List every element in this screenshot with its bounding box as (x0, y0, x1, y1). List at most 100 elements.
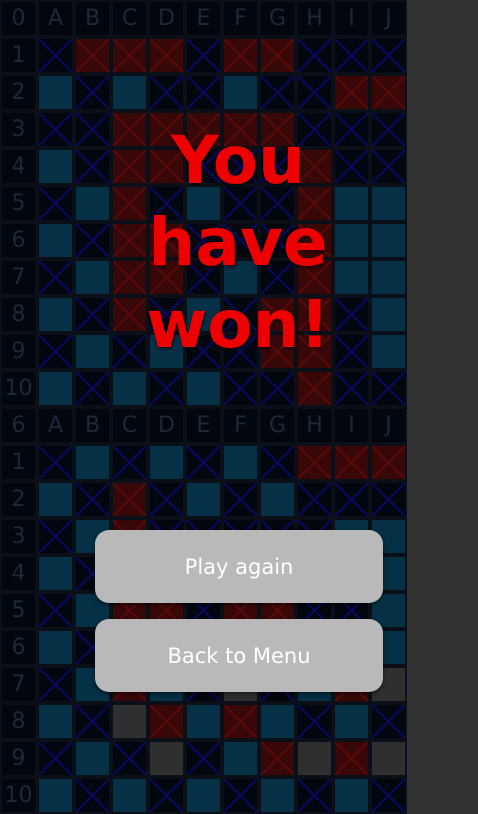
cross-mark-icon (39, 335, 72, 368)
grid-cell-water-missed[interactable] (74, 370, 111, 407)
grid-cell-ship[interactable] (111, 74, 148, 111)
grid-cell-water-missed[interactable] (37, 666, 74, 703)
cross-mark-icon (298, 372, 331, 405)
grid-cell-ship[interactable] (37, 703, 74, 740)
grid-cell-ship[interactable] (37, 296, 74, 333)
grid-cell-water-missed[interactable] (148, 481, 185, 518)
grid-cell-water-missed[interactable] (333, 370, 370, 407)
grid-cell-hit[interactable] (370, 444, 407, 481)
grid-cell-ship[interactable] (259, 481, 296, 518)
grid-cell-water-missed[interactable] (259, 370, 296, 407)
grid-cell-revealed-ship[interactable] (148, 740, 185, 777)
grid-cell-hit[interactable] (259, 37, 296, 74)
grid-cell-water-missed[interactable] (37, 444, 74, 481)
grid-cell-water-missed[interactable] (222, 370, 259, 407)
grid-cell-water-missed[interactable] (185, 74, 222, 111)
grid-cell-water-missed[interactable] (74, 777, 111, 814)
grid-cell-water-missed[interactable] (222, 481, 259, 518)
grid-cell-ship[interactable] (259, 777, 296, 814)
grid-cell-ship[interactable] (37, 370, 74, 407)
grid-cell-hit[interactable] (333, 74, 370, 111)
grid-cell-ship[interactable] (37, 629, 74, 666)
grid-cell-ship[interactable] (111, 777, 148, 814)
grid-cell-ship[interactable] (185, 370, 222, 407)
grid-cell-water-missed[interactable] (37, 185, 74, 222)
cross-mark-icon (187, 39, 220, 72)
back-to-menu-button[interactable]: Back to Menu (95, 619, 383, 692)
grid-cell-ship[interactable] (37, 74, 74, 111)
grid-cell-ship[interactable] (37, 481, 74, 518)
grid-cell-water-missed[interactable] (296, 703, 333, 740)
grid-cell-water-missed[interactable] (333, 37, 370, 74)
grid-cell-ship[interactable] (333, 777, 370, 814)
cross-mark-icon (39, 39, 72, 72)
grid-cell-water-missed[interactable] (148, 74, 185, 111)
grid-cell-hit[interactable] (148, 703, 185, 740)
grid-cell-ship[interactable] (111, 370, 148, 407)
grid-cell-water-missed[interactable] (296, 481, 333, 518)
grid-cell-water-missed[interactable] (185, 444, 222, 481)
grid-cell-water-missed[interactable] (370, 777, 407, 814)
column-label: A (37, 0, 74, 37)
cross-mark-icon (39, 113, 72, 146)
grid-cell-hit[interactable] (259, 740, 296, 777)
grid-cell-water-missed[interactable] (333, 481, 370, 518)
grid-cell-water-missed[interactable] (370, 370, 407, 407)
grid-cell-water-missed[interactable] (74, 703, 111, 740)
grid-cell-ship[interactable] (37, 777, 74, 814)
grid-cell-hit[interactable] (222, 703, 259, 740)
grid-cell-water-missed[interactable] (37, 111, 74, 148)
grid-cell-water-missed[interactable] (37, 333, 74, 370)
grid-cell-hit[interactable] (74, 37, 111, 74)
grid-cell-water-missed[interactable] (37, 740, 74, 777)
grid-cell-hit[interactable] (148, 37, 185, 74)
grid-cell-ship[interactable] (222, 444, 259, 481)
grid-cell-water-missed[interactable] (259, 444, 296, 481)
grid-cell-water-missed[interactable] (74, 481, 111, 518)
grid-cell-water-missed[interactable] (37, 37, 74, 74)
grid-cell-water-missed[interactable] (259, 74, 296, 111)
grid-cell-water-missed[interactable] (296, 74, 333, 111)
grid-cell-water-missed[interactable] (148, 777, 185, 814)
grid-cell-water-missed[interactable] (370, 703, 407, 740)
grid-cell-hit[interactable] (370, 74, 407, 111)
grid-cell-water-missed[interactable] (185, 37, 222, 74)
grid-cell-water-missed[interactable] (111, 444, 148, 481)
grid-cell-ship[interactable] (74, 740, 111, 777)
grid-cell-water-missed[interactable] (148, 370, 185, 407)
grid-cell-ship[interactable] (148, 444, 185, 481)
grid-cell-water-missed[interactable] (370, 37, 407, 74)
grid-cell-ship[interactable] (37, 148, 74, 185)
grid-cell-hit[interactable] (222, 37, 259, 74)
grid-cell-water-missed[interactable] (370, 481, 407, 518)
grid-cell-hit[interactable] (296, 444, 333, 481)
grid-cell-ship[interactable] (37, 222, 74, 259)
grid-cell-ship[interactable] (185, 481, 222, 518)
play-again-button[interactable]: Play again (95, 530, 383, 603)
grid-cell-water-missed[interactable] (74, 74, 111, 111)
grid-cell-hit[interactable] (296, 370, 333, 407)
grid-cell-water-missed[interactable] (296, 37, 333, 74)
grid-cell-ship[interactable] (74, 444, 111, 481)
grid-cell-ship[interactable] (222, 740, 259, 777)
grid-cell-water-missed[interactable] (111, 740, 148, 777)
grid-cell-ship[interactable] (333, 703, 370, 740)
grid-cell-revealed-ship[interactable] (370, 740, 407, 777)
grid-cell-hit[interactable] (111, 37, 148, 74)
grid-cell-hit[interactable] (111, 481, 148, 518)
grid-cell-water-missed[interactable] (37, 259, 74, 296)
grid-cell-ship[interactable] (185, 777, 222, 814)
grid-cell-water-missed[interactable] (37, 518, 74, 555)
grid-cell-water-missed[interactable] (296, 777, 333, 814)
grid-cell-ship[interactable] (259, 703, 296, 740)
grid-cell-hit[interactable] (333, 444, 370, 481)
grid-cell-water-missed[interactable] (222, 777, 259, 814)
grid-cell-water-missed[interactable] (185, 740, 222, 777)
grid-cell-ship[interactable] (222, 74, 259, 111)
grid-cell-revealed-ship[interactable] (296, 740, 333, 777)
grid-cell-revealed-ship[interactable] (111, 703, 148, 740)
grid-cell-ship[interactable] (185, 703, 222, 740)
grid-cell-hit[interactable] (333, 740, 370, 777)
grid-cell-water-missed[interactable] (37, 592, 74, 629)
grid-cell-ship[interactable] (37, 555, 74, 592)
